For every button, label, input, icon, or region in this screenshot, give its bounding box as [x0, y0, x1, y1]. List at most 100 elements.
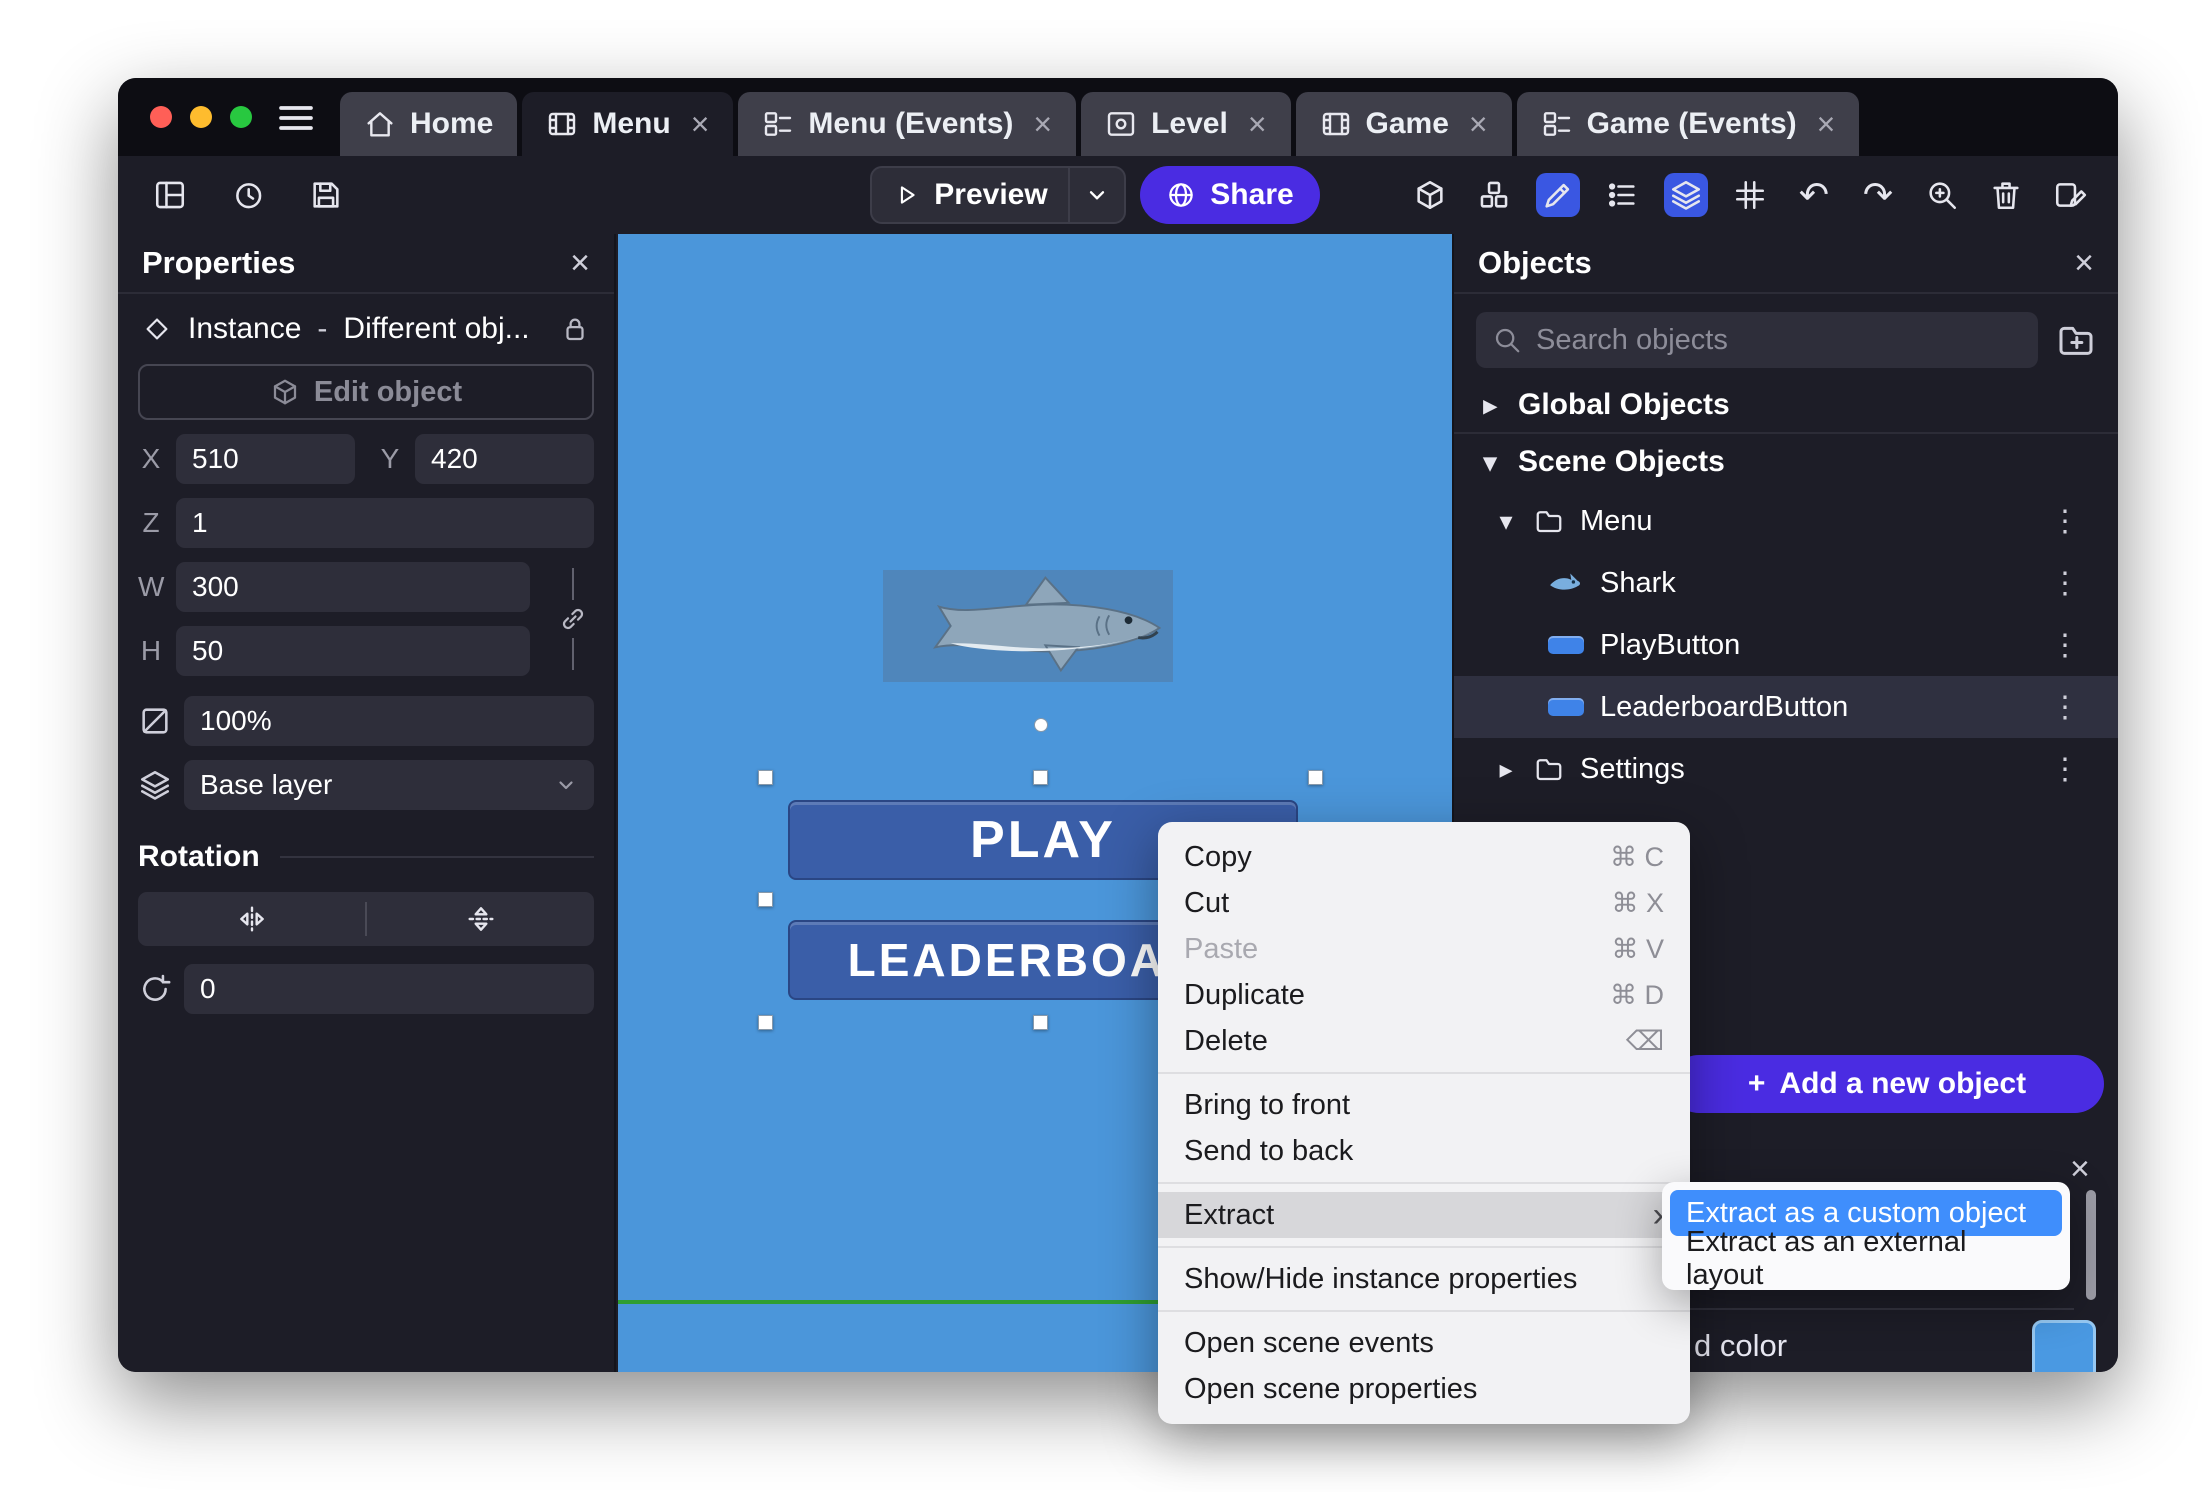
instance-header: Instance - Different obj...	[142, 312, 590, 346]
redo-button[interactable]: ↷	[1856, 173, 1900, 217]
edit-scene-properties-button[interactable]	[2048, 173, 2092, 217]
pencil-icon	[1541, 178, 1575, 212]
lock-aspect-ratio-toggle[interactable]	[556, 568, 590, 670]
selection-handle-middle-left[interactable]	[758, 892, 773, 907]
preview-button[interactable]: Preview	[872, 178, 1068, 212]
tab-label: Game	[1365, 107, 1449, 140]
close-icon[interactable]: ×	[1033, 108, 1052, 140]
share-button[interactable]: Share	[1140, 166, 1320, 224]
menu-item-duplicate[interactable]: Duplicate ⌘ D	[1158, 972, 1690, 1018]
main-menu-button[interactable]	[276, 98, 316, 138]
selection-handle-bottom-center[interactable]	[1033, 1015, 1048, 1030]
tab-menu[interactable]: Menu ×	[522, 92, 734, 156]
layers-button[interactable]	[1664, 173, 1708, 217]
menu-item-open-scene-events[interactable]: Open scene events	[1158, 1320, 1690, 1366]
kebab-menu-icon[interactable]: ⋮	[2050, 566, 2080, 601]
scene-objects-section[interactable]: ▾ Scene Objects	[1454, 434, 2118, 490]
selection-handle-top-center[interactable]	[1033, 770, 1048, 785]
background-color-swatch[interactable]	[2032, 1320, 2096, 1372]
triangle-right-icon: ▸	[1483, 389, 1497, 420]
close-icon[interactable]: ×	[1817, 108, 1836, 140]
instance-icon	[142, 314, 172, 344]
selection-handle-bottom-left[interactable]	[758, 1015, 773, 1030]
zoom-button[interactable]	[1920, 173, 1964, 217]
toggle-panels-button[interactable]	[148, 173, 192, 217]
menu-item-bring-to-front[interactable]: Bring to front	[1158, 1082, 1690, 1128]
toggle-3d-button[interactable]	[1408, 173, 1452, 217]
scrollbar-thumb[interactable]	[2086, 1190, 2096, 1300]
close-icon[interactable]: ×	[2074, 244, 2094, 283]
delete-key-icon: ⌫	[1625, 1025, 1664, 1056]
tree-item-shark[interactable]: Shark ⋮	[1454, 552, 2118, 614]
tab-menu-events[interactable]: Menu (Events) ×	[738, 92, 1077, 156]
tab-game-events[interactable]: Game (Events) ×	[1516, 92, 1860, 156]
rotation-field[interactable]: 0	[184, 964, 594, 1014]
instance-type: Instance	[188, 312, 302, 345]
kebab-menu-icon[interactable]: ⋮	[2050, 690, 2080, 725]
flip-vertical-button[interactable]	[367, 903, 594, 935]
tree-folder-settings[interactable]: ▸ Settings ⋮	[1454, 738, 2118, 800]
grid-button[interactable]	[1728, 173, 1772, 217]
tree-item-leaderboardbutton[interactable]: LeaderboardButton ⋮	[1454, 676, 2118, 738]
menu-item-delete[interactable]: Delete ⌫	[1158, 1018, 1690, 1064]
undo-button[interactable]: ↶	[1792, 173, 1836, 217]
instances-list-button[interactable]	[1600, 173, 1644, 217]
redo-icon: ↷	[1862, 174, 1894, 215]
save-button[interactable]	[304, 173, 348, 217]
global-objects-section[interactable]: ▸ Global Objects	[1454, 378, 2118, 434]
search-input[interactable]: Search objects	[1476, 312, 2038, 368]
x-field[interactable]: 510	[176, 434, 355, 484]
add-new-object-button[interactable]: + Add a new object	[1670, 1055, 2104, 1113]
y-field[interactable]: 420	[415, 434, 594, 484]
triangle-down-icon: ▾	[1499, 505, 1513, 536]
objects-mode-button[interactable]	[1472, 173, 1516, 217]
delete-button[interactable]	[1984, 173, 2028, 217]
close-icon[interactable]: ×	[1248, 108, 1267, 140]
menu-item-copy[interactable]: Copy ⌘ C	[1158, 834, 1690, 880]
flip-horizontal-button[interactable]	[138, 903, 365, 935]
height-field[interactable]: 50	[176, 626, 530, 676]
selection-handle-top-right[interactable]	[1308, 770, 1323, 785]
zoom-window-button[interactable]	[230, 106, 252, 128]
menu-item-cut[interactable]: Cut ⌘ X	[1158, 880, 1690, 926]
tree-folder-menu[interactable]: ▾ Menu ⋮	[1454, 490, 2118, 552]
preview-split-button[interactable]: Preview	[870, 166, 1126, 224]
shark-sprite[interactable]	[883, 570, 1173, 682]
background-color-label-partial: d color	[1694, 1328, 1788, 1363]
menu-item-extract[interactable]: Extract ›	[1158, 1192, 1690, 1238]
layer-select[interactable]: Base layer	[184, 760, 594, 810]
kebab-menu-icon[interactable]: ⋮	[2050, 752, 2080, 787]
kebab-menu-icon[interactable]: ⋮	[2050, 628, 2080, 663]
close-icon[interactable]: ×	[691, 108, 710, 140]
tab-level[interactable]: Level ×	[1081, 92, 1291, 156]
width-field[interactable]: 300	[176, 562, 530, 612]
new-folder-button[interactable]	[2056, 320, 2096, 360]
kebab-menu-icon[interactable]: ⋮	[2050, 504, 2080, 539]
close-icon[interactable]: ×	[570, 244, 590, 283]
undo-icon: ↶	[1798, 174, 1830, 215]
events-icon	[1541, 108, 1573, 140]
rotation-handle[interactable]	[1034, 718, 1048, 732]
opacity-field[interactable]: 100%	[184, 696, 594, 746]
preview-options-button[interactable]	[1070, 182, 1124, 208]
menu-item-open-scene-properties[interactable]: Open scene properties	[1158, 1366, 1690, 1412]
search-placeholder: Search objects	[1536, 323, 1728, 356]
selection-handle-top-left[interactable]	[758, 770, 773, 785]
close-icon[interactable]: ×	[1469, 108, 1488, 140]
menu-item-send-to-back[interactable]: Send to back	[1158, 1128, 1690, 1174]
tab-game[interactable]: Game ×	[1295, 92, 1512, 156]
x-label: X	[141, 443, 161, 474]
tree-item-playbutton[interactable]: PlayButton ⋮	[1454, 614, 2118, 676]
lock-icon[interactable]	[560, 314, 590, 344]
close-icon[interactable]: ×	[2070, 1150, 2090, 1189]
edit-object-button[interactable]: Edit object	[138, 364, 594, 420]
menu-item-show-hide-instance-properties[interactable]: Show/Hide instance properties	[1158, 1256, 1690, 1302]
tab-home[interactable]: Home	[340, 92, 518, 156]
minimize-window-button[interactable]	[190, 106, 212, 128]
layers-icon	[1669, 178, 1703, 212]
z-field[interactable]: 1	[176, 498, 594, 548]
history-button[interactable]	[226, 173, 270, 217]
submenu-item-extract-external-layout[interactable]: Extract as an external layout	[1670, 1226, 2062, 1291]
edit-mode-button[interactable]	[1536, 173, 1580, 217]
close-window-button[interactable]	[150, 106, 172, 128]
